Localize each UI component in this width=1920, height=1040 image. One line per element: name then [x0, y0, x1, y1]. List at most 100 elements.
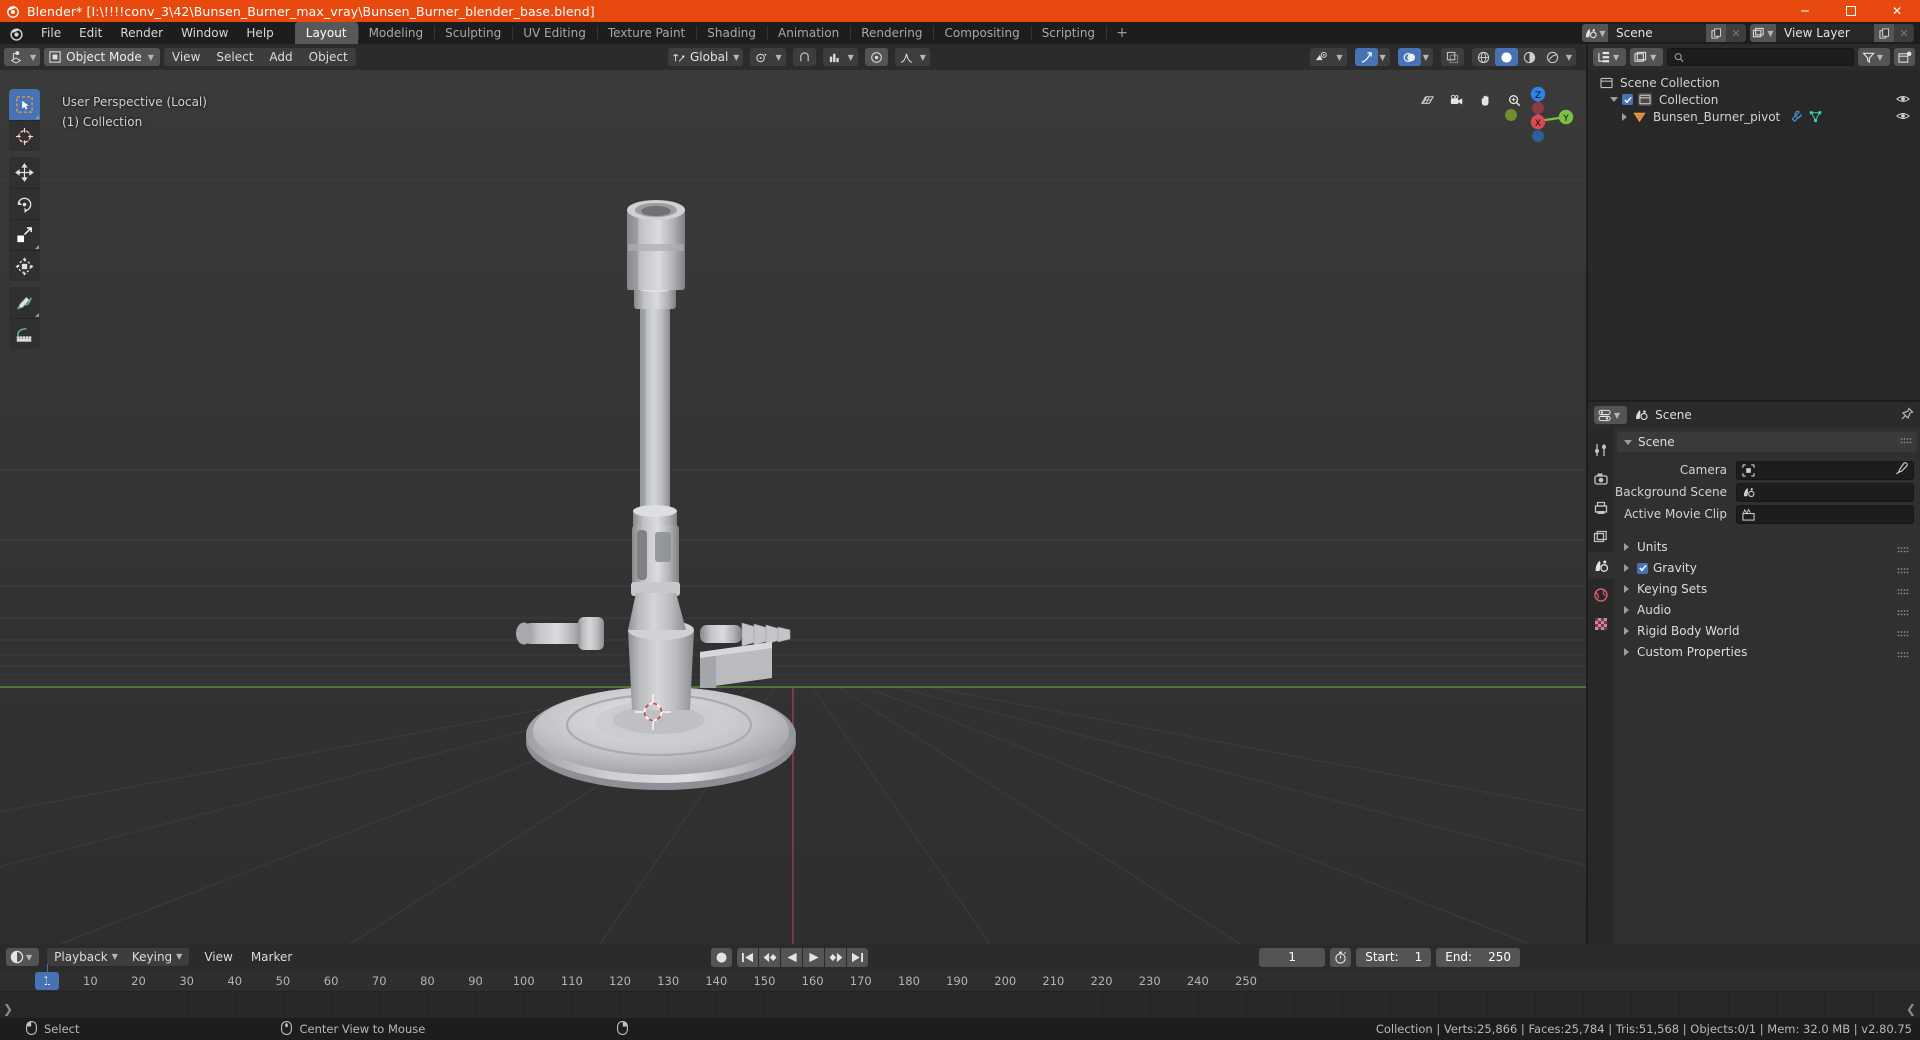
tab-uv-editing[interactable]: UV Editing	[512, 22, 597, 44]
view-layer-name[interactable]: View Layer	[1776, 24, 1874, 42]
play-reverse-button[interactable]	[781, 947, 802, 967]
editor-type-selector[interactable]: ▼	[4, 48, 41, 66]
outliner-display-mode-selector[interactable]: ▼	[1593, 48, 1627, 66]
active-movie-clip-field[interactable]	[1736, 504, 1914, 524]
maximize-button[interactable]	[1828, 0, 1874, 22]
timeline-menu-view[interactable]: View	[195, 948, 241, 966]
properties-editor-type-selector[interactable]: ▼	[1594, 406, 1628, 424]
expand-collapse-triangle-icon[interactable]	[1622, 112, 1627, 121]
jump-to-prev-keyframe-button[interactable]	[759, 947, 780, 967]
blender-logo-icon[interactable]	[9, 26, 24, 41]
use-preview-range-button[interactable]	[1330, 947, 1352, 967]
grid-view-icon[interactable]	[1416, 89, 1439, 112]
properties-section-scene[interactable]: Scene	[1617, 432, 1917, 452]
tab-texture-paint[interactable]: Texture Paint	[596, 22, 696, 44]
move-tool[interactable]	[9, 157, 40, 188]
background-scene-field[interactable]	[1736, 482, 1914, 502]
tab-sculpting[interactable]: Sculpting	[434, 22, 512, 44]
panel-rigid-body-world[interactable]: Rigid Body World	[1617, 621, 1917, 641]
frame-end-field[interactable]: End: 250	[1436, 947, 1520, 967]
panel-units[interactable]: Units	[1617, 537, 1917, 557]
close-button[interactable]: ✕	[1874, 0, 1920, 22]
panel-keying-sets[interactable]: Keying Sets	[1617, 579, 1917, 599]
scene-selector[interactable]: ▼ Scene ✕	[1582, 24, 1746, 42]
tab-layout[interactable]: Layout	[294, 22, 358, 44]
new-scene-button[interactable]	[1706, 24, 1726, 42]
gravity-checkbox[interactable]	[1637, 562, 1648, 574]
tab-compositing[interactable]: Compositing	[933, 22, 1030, 44]
add-workspace-button[interactable]: +	[1106, 22, 1138, 44]
scene-name[interactable]: Scene	[1608, 24, 1706, 42]
auto-keying-record-button[interactable]: ●	[711, 947, 732, 967]
menu-edit[interactable]: Edit	[70, 24, 111, 42]
xray-toggle[interactable]	[1440, 48, 1464, 66]
viewport-menu-view[interactable]: View	[164, 48, 208, 66]
measure-tool[interactable]	[9, 318, 40, 349]
camera-field[interactable]	[1736, 460, 1914, 480]
timeline-expand-right-arrow[interactable]: ❮	[1906, 1002, 1916, 1016]
timeline-editor-type-selector[interactable]: ▼	[6, 948, 40, 966]
properties-tab-output[interactable]	[1588, 494, 1614, 521]
gizmo-toggle[interactable]: ▼	[1354, 48, 1390, 66]
unlink-scene-button[interactable]: ✕	[1726, 24, 1746, 42]
remove-view-layer-button[interactable]: ✕	[1894, 24, 1914, 42]
collection-checkbox[interactable]	[1622, 94, 1633, 105]
snap-target-selector[interactable]: ▼	[822, 48, 858, 66]
panel-gravity[interactable]: Gravity	[1617, 558, 1917, 578]
timeline-track-area[interactable]	[0, 992, 1920, 1018]
viewport-menu-object[interactable]: Object	[301, 48, 356, 66]
shading-rendered-button[interactable]	[1541, 48, 1564, 66]
menu-file[interactable]: File	[32, 24, 70, 42]
shading-solid-button[interactable]	[1494, 48, 1518, 66]
jump-to-end-button[interactable]	[847, 947, 868, 967]
bunsen-burner-model[interactable]	[0, 70, 1586, 944]
mesh-data-icon[interactable]	[1809, 110, 1822, 123]
tab-scripting[interactable]: Scripting	[1030, 22, 1106, 44]
falloff-selector[interactable]: ▼	[894, 48, 930, 66]
tab-modeling[interactable]: Modeling	[357, 22, 435, 44]
timeline-menu-marker[interactable]: Marker	[242, 948, 301, 966]
jump-to-start-button[interactable]	[737, 947, 758, 967]
eyedropper-icon[interactable]	[1895, 462, 1908, 478]
pivot-point-selector[interactable]: ▼	[750, 48, 786, 66]
modifier-wrench-icon[interactable]	[1790, 110, 1803, 123]
outliner-row-scene-collection[interactable]: Scene Collection	[1588, 74, 1920, 91]
outliner-filter-id-selector[interactable]: ▼	[1630, 48, 1664, 66]
properties-tab-view-layer[interactable]	[1588, 523, 1614, 550]
outliner-row-bunsen-burner-pivot[interactable]: Bunsen_Burner_pivot	[1588, 108, 1920, 125]
visibility-eye-icon[interactable]	[1896, 110, 1910, 125]
shading-material-preview-button[interactable]	[1518, 48, 1541, 66]
timeline-menu-playback[interactable]: Playback ▼	[47, 948, 125, 966]
outliner-filter-button[interactable]: ▼	[1857, 48, 1890, 66]
current-frame-field[interactable]: 1	[1259, 947, 1326, 967]
snap-toggle[interactable]	[792, 48, 816, 66]
properties-tab-scene[interactable]	[1588, 552, 1614, 579]
properties-tab-render[interactable]	[1588, 465, 1614, 492]
panel-audio[interactable]: Audio	[1617, 600, 1917, 620]
overlays-toggle[interactable]: ▼	[1397, 48, 1433, 66]
properties-tab-world[interactable]	[1588, 581, 1614, 608]
camera-view-icon[interactable]	[1445, 89, 1468, 112]
outliner-search-field[interactable]	[1689, 50, 1847, 64]
play-button[interactable]	[803, 947, 824, 967]
transform-orientation-selector[interactable]: Global ▼	[668, 48, 744, 66]
pin-icon[interactable]	[1900, 406, 1914, 424]
panel-custom-properties[interactable]: Custom Properties	[1617, 642, 1917, 662]
rotate-tool[interactable]	[9, 188, 40, 219]
viewport-menu-add[interactable]: Add	[261, 48, 300, 66]
viewport-menu-select[interactable]: Select	[208, 48, 261, 66]
hand-pan-icon[interactable]	[1474, 89, 1497, 112]
tab-rendering[interactable]: Rendering	[850, 22, 933, 44]
timeline-ruler[interactable]: 10 20 30 40 50 60 70 80 90 100 110 120 130 140 150 160 1…	[0, 970, 1920, 992]
view-layer-selector[interactable]: ▼ View Layer ✕	[1750, 24, 1914, 42]
shading-wireframe-button[interactable]	[1472, 48, 1495, 66]
menu-help[interactable]: Help	[237, 24, 282, 42]
outliner-search-input[interactable]	[1667, 48, 1854, 66]
menu-window[interactable]: Window	[172, 24, 237, 42]
tab-shading[interactable]: Shading	[696, 22, 767, 44]
transform-tool[interactable]	[9, 250, 40, 281]
axis-gizmo[interactable]: Z Y X	[1500, 80, 1576, 156]
tab-animation[interactable]: Animation	[767, 22, 850, 44]
frame-start-field[interactable]: Start: 1	[1356, 947, 1432, 967]
visibility-eye-icon[interactable]	[1896, 93, 1910, 108]
